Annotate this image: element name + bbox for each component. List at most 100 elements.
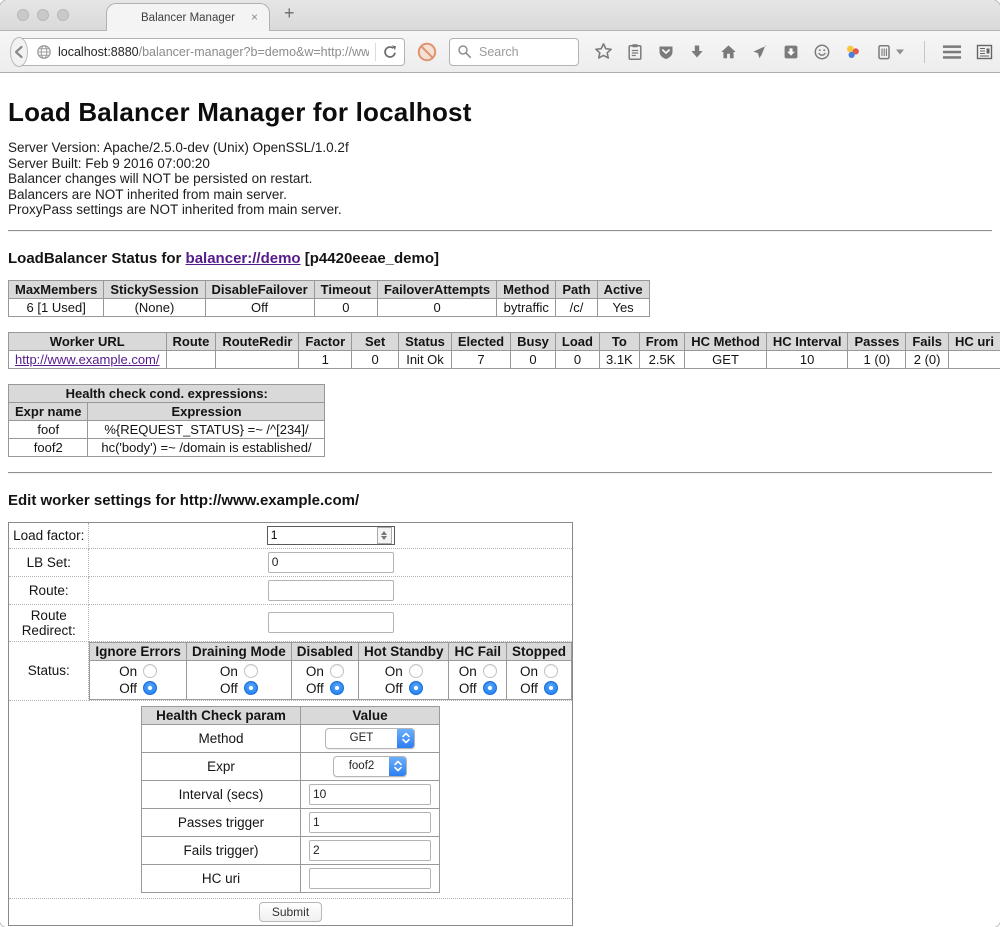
radio-on[interactable] <box>143 664 157 678</box>
hc-uri-input[interactable] <box>309 868 431 889</box>
expr-table-title: Health check cond. expressions: <box>9 384 325 402</box>
divider <box>8 472 992 474</box>
table-cell: 1 <box>299 350 352 368</box>
window-minimize-button[interactable] <box>37 9 49 21</box>
send-tab-button[interactable] <box>751 43 769 61</box>
colorful-extension-button[interactable] <box>844 43 862 61</box>
reload-button[interactable] <box>382 44 398 60</box>
lb-set-input[interactable] <box>268 552 394 573</box>
pocket-button[interactable] <box>657 43 675 61</box>
home-button[interactable] <box>719 43 738 61</box>
extension-download-button[interactable] <box>782 43 800 61</box>
radio-off[interactable] <box>409 681 423 695</box>
feedback-button[interactable] <box>813 43 831 61</box>
navigation-toolbar: localhost:8880/balancer-manager?b=demo&w… <box>0 31 1000 73</box>
hc-interval-input[interactable] <box>309 784 431 805</box>
radio-off[interactable] <box>544 681 558 695</box>
load-factor-stepper <box>267 526 395 545</box>
radio-off[interactable] <box>483 681 497 695</box>
hc-method-label: Method <box>142 724 301 752</box>
table-cell: 0 <box>511 350 556 368</box>
radio-off[interactable] <box>244 681 258 695</box>
table-cell: Init Ok <box>399 350 452 368</box>
number-stepper-icon[interactable] <box>377 527 392 544</box>
submit-button[interactable]: Submit <box>259 902 322 922</box>
table-cell: 2 (0) <box>906 350 949 368</box>
url-bar[interactable]: localhost:8880/balancer-manager?b=demo&w… <box>13 38 405 66</box>
hc-passes-label: Passes trigger <box>142 808 301 836</box>
form-row: Load factor: <box>9 522 573 548</box>
balancer-status-heading: LoadBalancer Status for balancer://demo … <box>8 250 992 267</box>
hc-params-cell: Health Check param Value Method GET <box>9 700 573 898</box>
smiley-icon <box>813 43 831 61</box>
window-close-button[interactable] <box>17 9 29 21</box>
table-cell: 3.1K <box>599 350 639 368</box>
hc-expr-select[interactable]: foof2 <box>333 756 407 777</box>
globe-icon <box>36 44 52 60</box>
table-header: Route <box>166 332 216 350</box>
url-text: localhost:8880/balancer-manager?b=demo&w… <box>58 45 369 59</box>
status-radio-group-hot-standby: On Off <box>358 660 449 699</box>
radio-on[interactable] <box>409 664 423 678</box>
form-row: Expr foof2 <box>142 752 440 780</box>
route-redirect-input[interactable] <box>268 612 394 633</box>
form-row: Submit <box>9 898 573 925</box>
window-zoom-button[interactable] <box>57 9 69 21</box>
radio-off[interactable] <box>330 681 344 695</box>
radio-on[interactable] <box>244 664 258 678</box>
radio-label: Off <box>220 681 238 696</box>
table-cell: 2.5K <box>639 350 685 368</box>
status-column-header: Draining Mode <box>186 642 291 660</box>
pocket-icon <box>657 43 675 61</box>
star-icon <box>594 42 613 61</box>
menu-button[interactable] <box>942 44 962 60</box>
table-row: 6 [1 Used] (None) Off 0 0 bytraffic /c/ … <box>9 298 650 316</box>
hc-passes-input[interactable] <box>309 812 431 833</box>
worker-url-link[interactable]: http://www.example.com/ <box>15 352 160 367</box>
heading-suffix: [p4420eeae_demo] <box>301 250 439 267</box>
downloads-button[interactable] <box>688 43 706 61</box>
reading-list-button[interactable] <box>626 43 644 61</box>
radio-on[interactable] <box>544 664 558 678</box>
radio-on[interactable] <box>330 664 344 678</box>
form-value-cell <box>89 522 573 548</box>
search-input[interactable] <box>477 44 571 60</box>
container-button[interactable] <box>875 43 904 61</box>
table-cell: 6 [1 Used] <box>9 298 104 316</box>
reader-extension-button[interactable] <box>975 43 994 61</box>
bookmark-star-button[interactable] <box>594 42 613 61</box>
persist-notice-line: Balancer changes will NOT be persisted o… <box>8 171 992 187</box>
home-icon <box>719 43 738 61</box>
hc-fails-input[interactable] <box>309 840 431 861</box>
form-row: Interval (secs) <box>142 780 440 808</box>
back-button[interactable] <box>10 37 28 67</box>
route-input[interactable] <box>268 580 394 601</box>
status-radio-group-disabled: On Off <box>291 660 358 699</box>
adblock-button[interactable] <box>416 41 438 63</box>
radio-on[interactable] <box>483 664 497 678</box>
newspaper-icon <box>975 43 994 61</box>
tab-balancer-manager[interactable]: Balancer Manager × <box>106 3 270 31</box>
tab-bar: Balancer Manager × + <box>0 0 1000 31</box>
table-header: Load <box>555 332 599 350</box>
load-factor-input[interactable] <box>268 528 377 542</box>
server-built-line: Server Built: Feb 9 2016 07:00:20 <box>8 156 992 172</box>
table-header: Busy <box>511 332 556 350</box>
table-row: foof2 hc('body') =~ /domain is establish… <box>9 438 325 456</box>
download-arrow-icon <box>688 43 706 61</box>
status-label: Status: <box>9 641 89 700</box>
page-title: Load Balancer Manager for localhost <box>8 97 992 128</box>
table-header: Expression <box>88 402 325 420</box>
table-cell <box>166 350 216 368</box>
form-value-cell: foof2 <box>301 752 440 780</box>
status-column-header: Stopped <box>507 642 572 660</box>
hc-uri-label: HC uri <box>142 864 301 892</box>
radio-off[interactable] <box>143 681 157 695</box>
form-value-cell <box>89 604 573 641</box>
tab-close-icon[interactable]: × <box>251 10 258 24</box>
hc-method-select[interactable]: GET <box>325 728 415 749</box>
new-tab-button[interactable]: + <box>284 3 295 24</box>
table-header: Factor <box>299 332 352 350</box>
balancer-demo-link[interactable]: balancer://demo <box>186 250 301 267</box>
server-version-line: Server Version: Apache/2.5.0-dev (Unix) … <box>8 140 992 156</box>
